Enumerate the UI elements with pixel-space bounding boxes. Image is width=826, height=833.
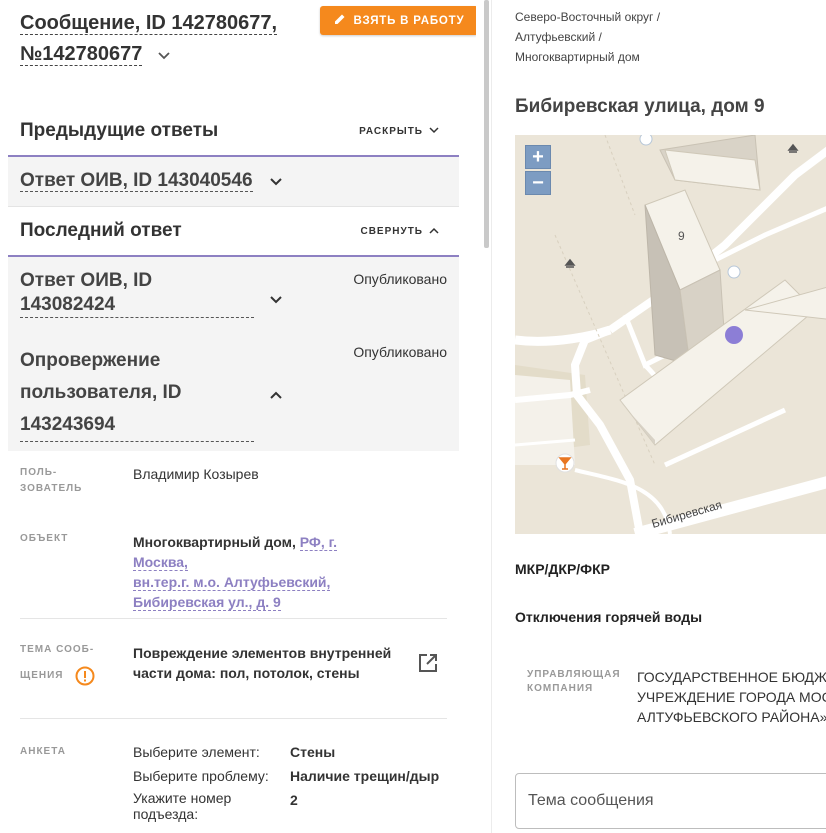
refutation-item[interactable]: Опровержение пользователя, ID 143243694 bbox=[20, 345, 260, 442]
breadcrumb-area[interactable]: Алтуфьевский / bbox=[515, 27, 602, 47]
mgr-label-2: КОМПАНИЯ bbox=[527, 683, 594, 694]
refutation-line-3: 143243694 bbox=[20, 409, 254, 442]
address-title: Бибиревская улица, дом 9 bbox=[515, 96, 765, 117]
collapse-toggle[interactable]: СВЕРНУТЬ bbox=[360, 226, 439, 237]
mgr-value-3: АЛТУФЬЕВСКОГО РАЙОНА» bbox=[637, 709, 826, 725]
hot-water-link[interactable]: Отключения горячей воды bbox=[515, 609, 702, 625]
message-title[interactable]: Сообщение, ID 142780677, №142780677 bbox=[20, 8, 310, 70]
map-canvas: 9 Бибиревская bbox=[515, 135, 826, 534]
breadcrumb-district[interactable]: Северо-Восточный округ / bbox=[515, 7, 660, 27]
previous-answers-header: Предыдущие ответы РАСКРЫТЬ bbox=[8, 116, 459, 146]
user-value: Владимир Козырев bbox=[133, 466, 259, 482]
survey-field: АНКЕТА Выберите элемент: Стены Выберите … bbox=[20, 742, 447, 832]
info-panel: Северо-Восточный округ / Алтуфьевский / … bbox=[492, 0, 826, 833]
survey-q-1: Выберите элемент: bbox=[133, 744, 260, 760]
mgr-label-1: УПРАВЛЯЮЩАЯ bbox=[527, 669, 621, 680]
topic-field: ТЕМА СООБ- ЩЕНИЯ Повреждение элементов в… bbox=[20, 640, 447, 700]
expand-toggle[interactable]: РАСКРЫТЬ bbox=[359, 126, 439, 137]
chevron-down-icon bbox=[270, 169, 282, 193]
take-to-work-label: ВЗЯТЬ В РАБОТУ bbox=[353, 14, 465, 27]
oiv-answer-status: Опубликовано bbox=[353, 271, 447, 287]
zoom-in-button[interactable]: + bbox=[525, 145, 551, 169]
last-answer-title: Последний ответ bbox=[20, 220, 182, 241]
last-answer-list: Ответ ОИВ, ID 143082424 Опубликовано Опр… bbox=[8, 257, 459, 451]
refutation-line-1: Опровержение bbox=[20, 350, 161, 371]
management-company-value: ГОСУДАРСТВЕННОЕ БЮДЖЕТНОЕ УЧРЕЖДЕНИЕ ГОР… bbox=[637, 667, 826, 727]
refutation-line-2: пользователя, ID bbox=[20, 382, 182, 403]
last-answer-header: Последний ответ СВЕРНУТЬ bbox=[8, 216, 459, 246]
pencil-icon bbox=[334, 13, 346, 28]
map[interactable]: 9 Бибиревская + − bbox=[515, 135, 826, 534]
mgr-value-1: ГОСУДАРСТВЕННОЕ БЮДЖЕТНОЕ bbox=[637, 669, 826, 685]
oiv-answer-item[interactable]: Ответ ОИВ, ID 143082424 bbox=[20, 269, 260, 318]
previous-answers-title: Предыдущие ответы bbox=[20, 120, 219, 141]
address-link-2[interactable]: вн.тер.г. м.о. Алтуфьевский, bbox=[133, 574, 331, 591]
survey-a-1: Стены bbox=[290, 744, 336, 760]
oiv-answer-line-1: Ответ ОИВ, ID bbox=[20, 270, 153, 291]
object-field: ОБЪЕКТ Многоквартирный дом, РФ, г. Москв… bbox=[20, 531, 447, 611]
warning-icon bbox=[75, 666, 95, 691]
topic-value-2: части дома: пол, потолок, стены bbox=[133, 665, 360, 681]
chevron-up-icon bbox=[429, 226, 439, 237]
survey-q-3b: подъезда: bbox=[133, 806, 199, 822]
mkr-link[interactable]: МКР/ДКР/ФКР bbox=[515, 561, 610, 577]
oiv-answer-line-2: 143082424 bbox=[20, 293, 254, 318]
user-field: ПОЛЬ- ЗОВАТЕЛЬ Владимир Козырев bbox=[20, 463, 447, 513]
object-type: Многоквартирный дом, bbox=[133, 534, 296, 550]
survey-q-3: Укажите номер bbox=[133, 790, 232, 806]
breadcrumb-object[interactable]: Многоквартирный дом bbox=[515, 47, 640, 67]
survey-a-2: Наличие трещин/дыр bbox=[290, 768, 440, 784]
previous-answer-item[interactable]: Ответ ОИВ, ID 143040546 bbox=[8, 157, 459, 206]
topic-value-1: Повреждение элементов внутренней bbox=[133, 645, 392, 661]
mgr-value-2: УЧРЕЖДЕНИЕ ГОРОДА МОСКВЫ bbox=[637, 689, 826, 705]
management-company-label: УПРАВЛЯЮЩАЯ КОМПАНИЯ bbox=[527, 668, 621, 696]
take-to-work-button[interactable]: ВЗЯТЬ В РАБОТУ bbox=[320, 6, 476, 35]
survey-q-2: Выберите проблему: bbox=[133, 768, 269, 784]
collapse-label: СВЕРНУТЬ bbox=[360, 225, 423, 237]
previous-answer-title: Ответ ОИВ, ID 143040546 bbox=[20, 170, 253, 193]
divider bbox=[20, 618, 447, 619]
expand-label: РАСКРЫТЬ bbox=[359, 125, 423, 137]
survey-a-3: 2 bbox=[290, 792, 298, 808]
chevron-down-icon[interactable] bbox=[158, 39, 170, 70]
divider bbox=[20, 718, 447, 719]
zoom-out-button[interactable]: − bbox=[525, 171, 551, 195]
title-line-2: №142780677 bbox=[20, 43, 143, 66]
scrollbar[interactable] bbox=[484, 0, 489, 248]
chevron-up-icon[interactable] bbox=[270, 386, 282, 404]
open-external-icon[interactable] bbox=[418, 653, 438, 678]
map-house-label: 9 bbox=[678, 229, 685, 243]
location-marker bbox=[725, 326, 743, 344]
survey-label: АНКЕТА bbox=[20, 746, 66, 757]
title-line-1: Сообщение, ID 142780677, bbox=[20, 12, 278, 35]
address-link-3[interactable]: Бибиревская ул., д. 9 bbox=[133, 594, 281, 611]
message-panel: Сообщение, ID 142780677, №142780677 ВЗЯТ… bbox=[0, 0, 476, 833]
chevron-down-icon bbox=[429, 126, 439, 137]
topic-label-1: ТЕМА СООБ- bbox=[20, 644, 95, 655]
divider bbox=[8, 206, 459, 207]
refutation-status: Опубликовано bbox=[353, 344, 447, 360]
object-label: ОБЪЕКТ bbox=[20, 533, 69, 544]
chevron-down-icon[interactable] bbox=[270, 291, 282, 309]
topic-label-2: ЩЕНИЯ bbox=[20, 670, 64, 681]
message-topic-input[interactable]: Тема сообщения bbox=[515, 773, 826, 829]
user-label-2: ЗОВАТЕЛЬ bbox=[20, 483, 83, 494]
